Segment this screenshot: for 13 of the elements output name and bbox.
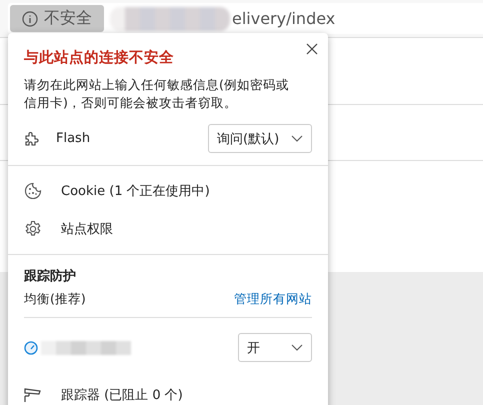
security-button[interactable]: 不安全 bbox=[10, 5, 104, 32]
url-text[interactable]: elivery/index bbox=[232, 9, 336, 28]
menu-item[interactable]: 站点权限 bbox=[61, 220, 113, 238]
toggle-dropdown[interactable]: 开 bbox=[238, 333, 312, 362]
warning-title: 与此站点的连接不安全 bbox=[24, 48, 175, 67]
permission-label: Flash bbox=[56, 131, 92, 146]
warning-message: 请勿在此网站上输入任何敏感信息(例如密码或信用卡)，否则可能会被攻击者窃取。 bbox=[24, 76, 290, 112]
manage-sites-link[interactable]: 管理所有网站 bbox=[234, 291, 312, 308]
trackers-text: 跟踪器 (已阻止 0 个) bbox=[61, 387, 183, 404]
permission-dropdown[interactable]: 询问(默认) bbox=[208, 124, 312, 153]
menu-item[interactable]: Cookie (1 个正在使用中) bbox=[61, 182, 210, 200]
tracking-level: 均衡(推荐) bbox=[24, 291, 86, 308]
section-heading: 跟踪防护 bbox=[24, 268, 77, 285]
